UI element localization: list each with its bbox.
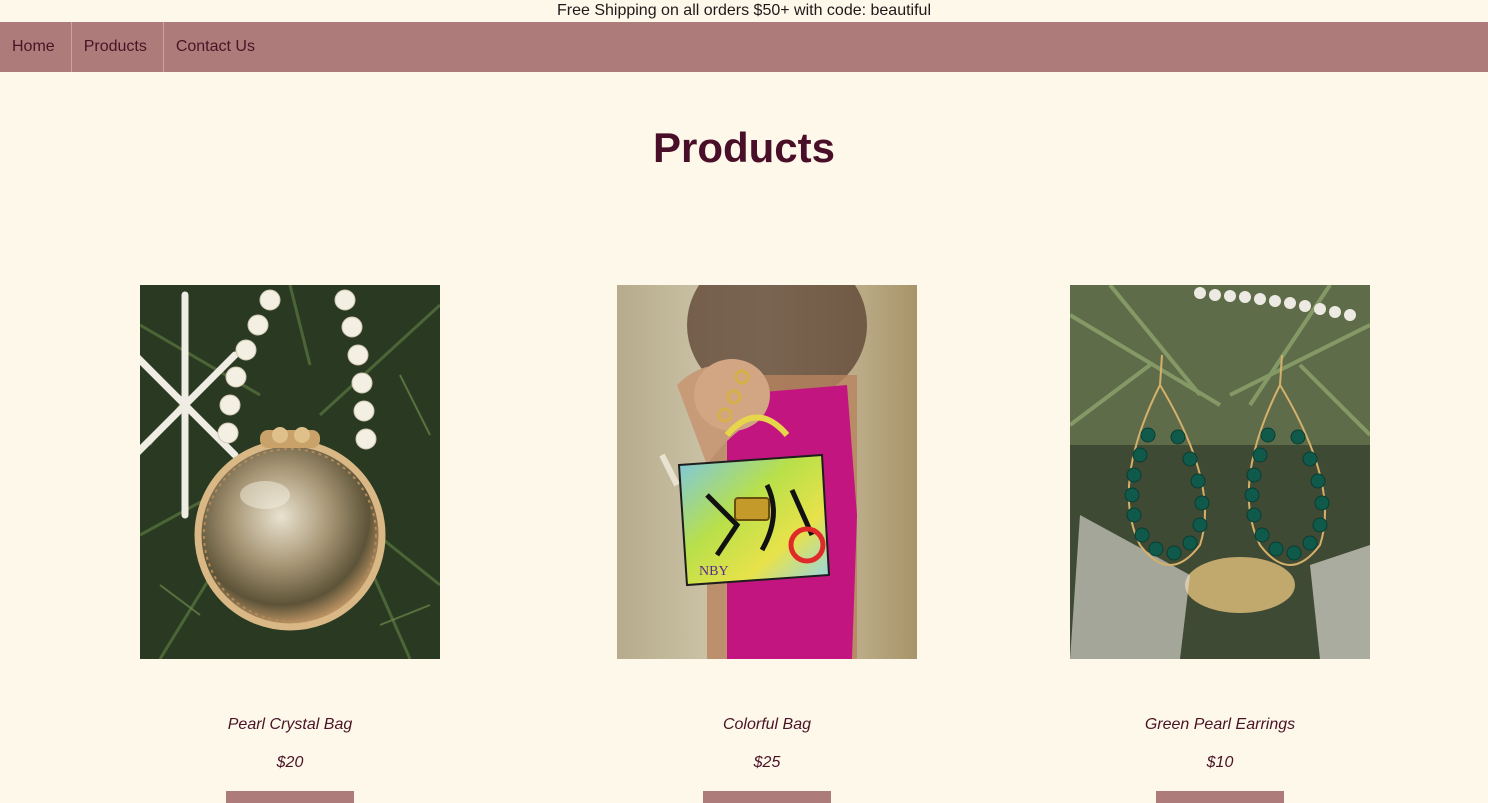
product-card: NBY Colorful Bag $25 [617, 285, 917, 803]
product-image[interactable]: NBY [617, 285, 917, 659]
product-image[interactable] [1070, 285, 1370, 659]
product-name[interactable]: Green Pearl Earrings [1020, 716, 1420, 734]
product-price: $10 [1206, 754, 1234, 771]
promo-text: Free Shipping on all orders $50+ with co… [556, 2, 931, 19]
nav-item-label: Products [83, 38, 147, 55]
main-nav: Home Products Contact Us [0, 22, 1488, 72]
product-card: Green Pearl Earrings $10 [1070, 285, 1370, 803]
nav-item-products[interactable]: Products [72, 22, 164, 72]
product-image[interactable] [140, 285, 440, 659]
product-name[interactable]: Colorful Bag [567, 716, 967, 734]
add-to-cart-button[interactable] [1156, 791, 1284, 803]
product-name[interactable]: Pearl Crystal Bag [90, 716, 490, 734]
page-title: Products [652, 124, 836, 171]
product-price: $20 [276, 754, 304, 771]
nav-item-label: Home [12, 38, 55, 55]
product-price: $25 [753, 754, 781, 771]
product-card: Pearl Crystal Bag $20 [140, 285, 440, 803]
add-to-cart-button[interactable] [703, 791, 831, 803]
nav-item-label: Contact Us [175, 38, 255, 55]
add-to-cart-button[interactable] [226, 791, 354, 803]
promo-banner: Free Shipping on all orders $50+ with co… [0, 0, 1488, 22]
svg-text:NBY: NBY [699, 564, 729, 579]
nav-item-home[interactable]: Home [0, 22, 72, 72]
nav-item-contact[interactable]: Contact Us [164, 22, 271, 72]
